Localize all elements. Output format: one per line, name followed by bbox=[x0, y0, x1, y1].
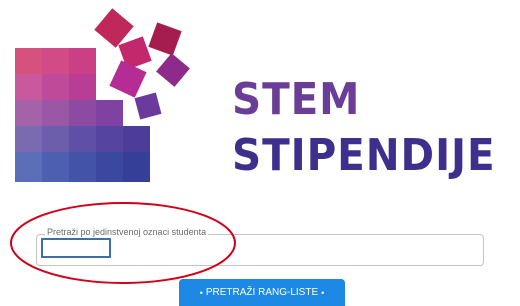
bullet-left: • bbox=[199, 287, 203, 298]
stem-logo-mark bbox=[15, 8, 190, 182]
student-id-search-input[interactable] bbox=[41, 238, 111, 258]
search-rank-lists-button[interactable]: • PRETRAŽI RANG-LISTE • bbox=[179, 279, 345, 306]
logo-text-stem: STEM bbox=[232, 74, 361, 125]
logo-text-stipendije: STIPENDIJE bbox=[232, 130, 496, 181]
search-field-label: Pretraži po jedinstvenoj oznaci studenta bbox=[45, 227, 209, 237]
bullet-right: • bbox=[321, 287, 325, 298]
search-button-label: PRETRAŽI RANG-LISTE bbox=[205, 287, 319, 298]
